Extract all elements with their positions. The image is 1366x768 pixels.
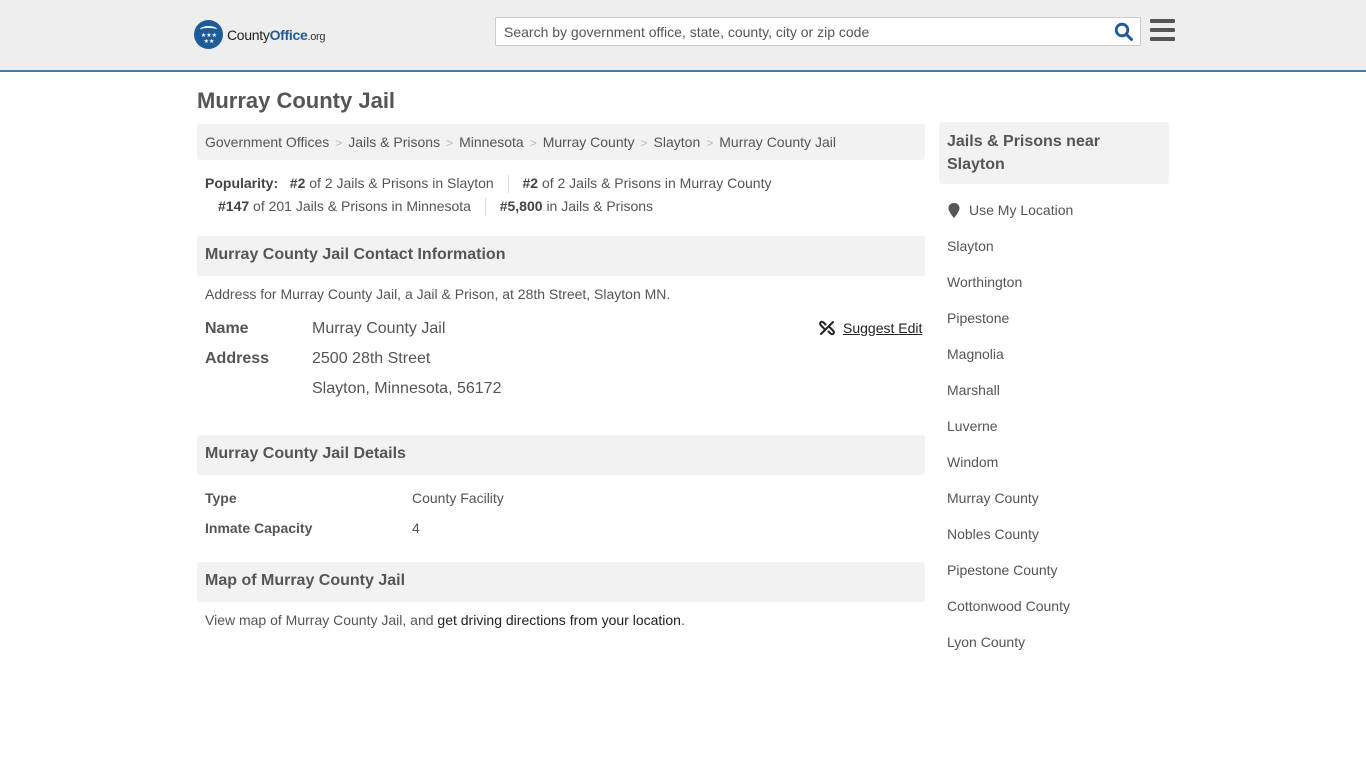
type-value: County Facility <box>412 490 504 506</box>
nearby-link[interactable]: Pipestone County <box>947 562 1058 578</box>
nearby-link[interactable]: Luverne <box>947 418 998 434</box>
list-item: Pipestone County <box>947 562 1070 598</box>
contact-section-heading: Murray County Jail Contact Information <box>197 236 925 276</box>
nearby-link[interactable]: Pipestone <box>947 310 1009 326</box>
list-item: Worthington <box>947 274 1070 310</box>
popularity-item: #2 of 2 Jails & Prisons in Slayton <box>289 175 494 191</box>
map-description: View map of Murray County Jail, and get … <box>205 612 685 628</box>
address-line2: Slayton, Minnesota, 56172 <box>312 380 502 397</box>
breadcrumb-separator: > <box>446 136 454 150</box>
list-item: Windom <box>947 454 1070 490</box>
hamburger-menu-button[interactable] <box>1150 19 1175 42</box>
map-section-heading: Map of Murray County Jail <box>197 562 925 602</box>
breadcrumb-item[interactable]: Government Offices <box>205 134 329 150</box>
list-item: Lyon County <box>947 634 1070 670</box>
driving-directions-link[interactable]: get driving directions from your locatio… <box>437 612 681 628</box>
list-item: Murray County <box>947 490 1070 526</box>
site-logo[interactable]: ★★★ ★★ CountyOffice.org <box>194 20 326 49</box>
search-input[interactable] <box>496 18 1106 45</box>
map-pin-icon <box>948 202 960 218</box>
breadcrumb-item[interactable]: Slayton <box>654 134 701 150</box>
breadcrumb-separator: > <box>706 136 714 150</box>
search-box <box>495 17 1141 46</box>
use-my-location[interactable]: Use My Location <box>948 202 1073 218</box>
popularity-label: Popularity: <box>205 175 279 191</box>
page-title: Murray County Jail <box>197 88 396 113</box>
name-label: Name <box>205 320 249 337</box>
eagle-logo-icon: ★★★ ★★ <box>194 20 223 49</box>
list-item: Magnolia <box>947 346 1070 382</box>
use-my-location-link[interactable]: Use My Location <box>969 202 1073 218</box>
nearby-link[interactable]: Lyon County <box>947 634 1025 650</box>
breadcrumb: Government Offices > Jails & Prisons > Minne… <box>197 124 925 160</box>
suggest-edit-label[interactable]: Suggest Edit <box>843 320 922 336</box>
nearby-link[interactable]: Slayton <box>947 238 994 254</box>
breadcrumb-separator: > <box>640 136 648 150</box>
name-value: Murray County Jail <box>312 320 446 337</box>
list-item: Cottonwood County <box>947 598 1070 634</box>
nearby-link[interactable]: Murray County <box>947 490 1039 506</box>
popularity-item: #5,800 in Jails & Prisons <box>499 198 654 214</box>
broken-link-icon <box>819 320 835 336</box>
breadcrumb-item[interactable]: Murray County <box>543 134 635 150</box>
nearby-link[interactable]: Windom <box>947 454 998 470</box>
address-intro: Address for Murray County Jail, a Jail &… <box>205 286 671 302</box>
divider <box>484 198 486 217</box>
suggest-edit-link[interactable]: Suggest Edit <box>819 320 922 336</box>
nearby-link[interactable]: Marshall <box>947 382 1000 398</box>
list-item: Nobles County <box>947 526 1070 562</box>
nearby-link[interactable]: Nobles County <box>947 526 1039 542</box>
breadcrumb-item[interactable]: Minnesota <box>459 134 524 150</box>
address-line1: 2500 28th Street <box>312 350 431 367</box>
breadcrumb-separator: > <box>529 136 537 150</box>
type-label: Type <box>205 490 237 506</box>
inmate-capacity-label: Inmate Capacity <box>205 520 313 536</box>
hamburger-menu-icon <box>1150 19 1175 23</box>
popularity-item: #2 of 2 Jails & Prisons in Murray County <box>522 175 772 191</box>
breadcrumb-separator: > <box>335 136 343 150</box>
details-section-heading: Murray County Jail Details <box>197 435 925 475</box>
site-header: ★★★ ★★ CountyOffice.org <box>0 0 1366 72</box>
list-item: Marshall <box>947 382 1070 418</box>
popularity-ranks: Popularity: #2 of 2 Jails & Prisons in S… <box>205 172 925 218</box>
list-item: Luverne <box>947 418 1070 454</box>
popularity-item: #147 of 201 Jails & Prisons in Minnesota <box>218 198 471 214</box>
list-item: Slayton <box>947 238 1070 274</box>
address-label: Address <box>205 350 270 367</box>
search-button[interactable] <box>1114 22 1134 42</box>
divider <box>507 175 509 194</box>
logo-text: CountyOffice.org <box>227 26 326 43</box>
breadcrumb-item[interactable]: Jails & Prisons <box>348 134 440 150</box>
nearby-list: Slayton Worthington Pipestone Magnolia M… <box>947 238 1070 670</box>
list-item: Pipestone <box>947 310 1070 346</box>
nearby-link[interactable]: Magnolia <box>947 346 1004 362</box>
inmate-capacity-value: 4 <box>412 520 420 536</box>
breadcrumb-current[interactable]: Murray County Jail <box>719 134 836 150</box>
nearby-link[interactable]: Cottonwood County <box>947 598 1070 614</box>
sidebar-heading: Jails & Prisons near Slayton <box>939 122 1169 184</box>
nearby-link[interactable]: Worthington <box>947 274 1022 290</box>
search-icon <box>1114 22 1133 41</box>
